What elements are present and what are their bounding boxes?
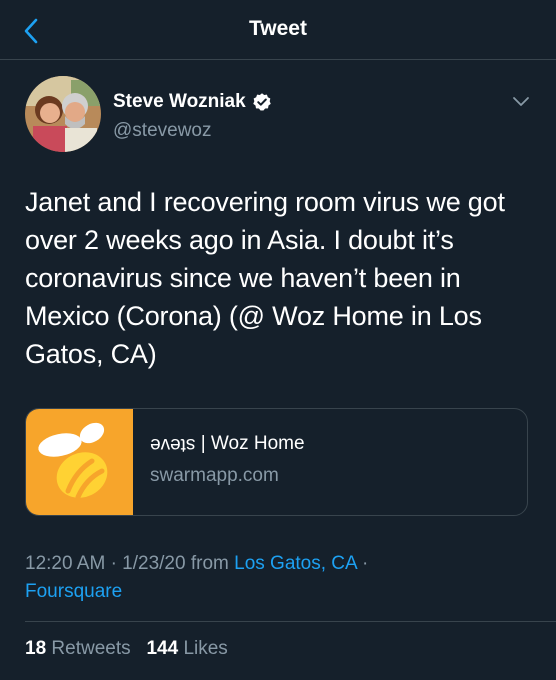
retweets-stat[interactable]: 18 Retweets [25,638,131,659]
from-label: from [190,553,229,574]
top-bar: Tweet [0,0,556,60]
meta-separator: · [110,553,117,574]
source-link[interactable]: Foursquare [25,581,122,602]
divider [25,621,556,622]
page-title: Tweet [249,17,307,40]
tweet-date[interactable]: 1/23/20 [122,553,185,574]
card-title-rest: | Woz Home [200,433,305,454]
chevron-down-icon[interactable] [510,90,532,112]
retweets-count: 18 [25,638,47,659]
likes-stat[interactable]: 144 Likes [146,638,227,659]
retweets-label: Retweets [51,638,131,659]
location-link[interactable]: Los Gatos, CA [234,553,357,574]
author-handle[interactable]: @stevewoz [113,120,212,142]
meta-separator-2: · [361,553,369,574]
tweet-text: Janet and I recovering room virus we got… [25,187,505,369]
card-title-mirrored: steve [150,434,196,455]
avatar-photo [25,76,101,152]
tweet-time[interactable]: 12:20 AM [25,553,105,574]
display-name[interactable]: Steve Wozniak [113,91,272,113]
tweet-meta: 12:20 AM · 1/23/20 from Los Gatos, CA · … [25,550,530,606]
link-card[interactable]: steve | Woz Home swarmapp.com [25,408,528,516]
display-name-text: Steve Wozniak [113,91,246,112]
verified-badge-icon [252,93,271,111]
swarm-bee-icon [38,422,108,500]
tweet-author: Steve Wozniak @stevewoz [25,76,530,152]
likes-count: 144 [146,638,179,659]
card-thumbnail [26,409,133,515]
avatar[interactable] [25,76,101,152]
card-title: steve | Woz Home [150,433,305,455]
card-domain: swarmapp.com [150,465,279,486]
engagement-stats: 18 Retweets 144 Likes [25,638,228,660]
likes-label: Likes [183,638,228,659]
